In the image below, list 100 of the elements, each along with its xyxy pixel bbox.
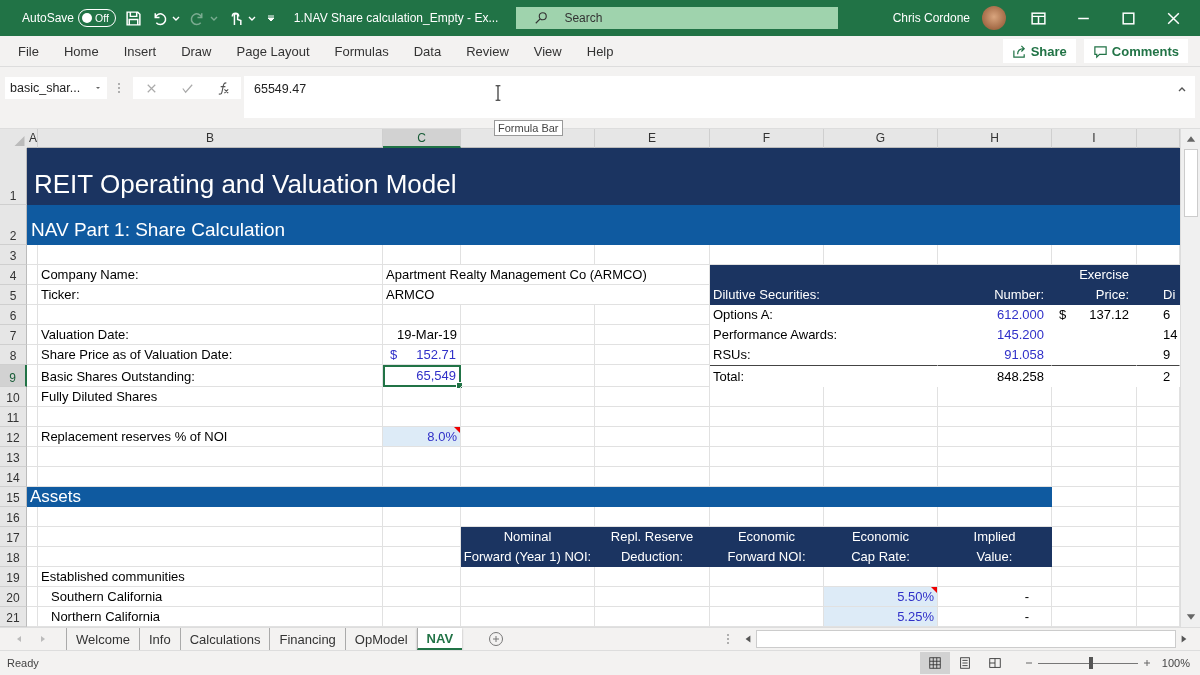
share-button[interactable]: Share xyxy=(1002,39,1076,63)
text-cursor-icon xyxy=(494,84,502,102)
column-heading: Dilutive Securities: xyxy=(710,285,938,305)
caret-icon[interactable] xyxy=(247,14,256,22)
ribbon-tab[interactable]: Home xyxy=(53,43,109,59)
spreadsheet-cell[interactable]: 5.25% xyxy=(824,607,938,627)
row-header[interactable]: 9 xyxy=(0,365,27,387)
select-all-icon[interactable] xyxy=(0,129,27,148)
row-header[interactable]: 17 xyxy=(0,527,27,547)
status-text: Ready xyxy=(7,657,39,669)
row-label: Established communities xyxy=(38,567,383,587)
row-header[interactable]: 13 xyxy=(0,447,27,467)
zoom-in-icon[interactable] xyxy=(1141,658,1152,668)
cell-value: 152.71 xyxy=(416,346,456,364)
spreadsheet-cell[interactable]: 19-Mar-19 xyxy=(383,325,461,345)
currency-symbol: $ xyxy=(1059,306,1067,324)
row-header[interactable]: 18 xyxy=(0,547,27,567)
ribbon-display-icon[interactable] xyxy=(1030,9,1047,27)
section-heading: NAV Part 1: Share Calculation xyxy=(27,205,1180,245)
row-header[interactable]: 11 xyxy=(0,407,27,427)
row-header[interactable]: 5 xyxy=(0,285,27,305)
column-heading: Repl. Reserve xyxy=(595,527,710,547)
caret-icon[interactable] xyxy=(171,14,180,22)
formula-value: 65549.47 xyxy=(254,82,307,96)
name-box-text: basic_shar... xyxy=(10,81,81,95)
spreadsheet-cell[interactable]: 5.50% xyxy=(824,587,938,607)
row-label: Company Name: xyxy=(38,265,383,285)
fill-handle[interactable] xyxy=(456,382,463,389)
column-header[interactable]: G xyxy=(824,129,938,148)
row-header[interactable]: 1 xyxy=(0,148,27,205)
row-header[interactable]: 7 xyxy=(0,325,27,345)
row-header[interactable]: 12 xyxy=(0,427,27,447)
user-name[interactable]: Chris Cordone xyxy=(892,11,970,25)
cell-value: 145.200 xyxy=(996,326,1045,344)
ribbon-tab[interactable]: Review xyxy=(456,43,519,59)
spreadsheet-cell[interactable]: ARMCO xyxy=(383,285,710,305)
row-header[interactable]: 20 xyxy=(0,587,27,607)
row-header[interactable]: 2 xyxy=(0,205,27,245)
zoom-level[interactable]: 100% xyxy=(1161,657,1190,669)
row-header[interactable]: 16 xyxy=(0,507,27,527)
comments-button[interactable]: Comments xyxy=(1083,39,1188,63)
spreadsheet-cell[interactable]: $ 137.12 xyxy=(1052,305,1137,325)
formula-input[interactable]: 65549.47 xyxy=(244,76,1195,118)
row-header[interactable]: 3 xyxy=(0,245,27,265)
row-header[interactable]: 19 xyxy=(0,567,27,587)
ribbon-tab[interactable]: Data xyxy=(403,43,452,59)
share-icon xyxy=(1011,43,1027,59)
row-header[interactable]: 14 xyxy=(0,467,27,487)
sheet-title: REIT Operating and Valuation Model xyxy=(27,148,1180,208)
spreadsheet-cell[interactable]: 65,549 xyxy=(383,365,461,387)
row-label: Replacement reserves % of NOI xyxy=(38,427,383,447)
scrollbar-thumb[interactable] xyxy=(1183,149,1198,217)
row-header[interactable]: 6 xyxy=(0,305,27,325)
normal-view-icon xyxy=(927,656,942,670)
cell-value: 612.000 xyxy=(996,306,1045,324)
row-label: RSUs: xyxy=(712,346,752,364)
vertical-scrollbar[interactable] xyxy=(1180,129,1200,627)
ribbon-tab[interactable]: Help xyxy=(576,43,624,59)
drag-handle-icon[interactable] xyxy=(726,631,730,647)
normal-view-button[interactable] xyxy=(919,652,950,674)
ribbon-tab[interactable]: Insert xyxy=(113,43,167,59)
comment-icon xyxy=(1092,43,1108,59)
ribbon-tab[interactable]: File xyxy=(8,43,49,59)
ribbon-tab[interactable]: Formulas xyxy=(324,43,399,59)
column-header[interactable]: E xyxy=(595,129,710,148)
name-box[interactable]: basic_shar... xyxy=(5,77,107,99)
column-heading: Nominal xyxy=(461,527,595,547)
column-header[interactable]: C xyxy=(383,129,461,148)
row-header[interactable]: 15 xyxy=(0,487,27,507)
column-header[interactable]: F xyxy=(710,129,824,148)
column-heading: Economic xyxy=(824,527,938,547)
row-header[interactable]: 8 xyxy=(0,345,27,365)
search-field[interactable]: Search xyxy=(516,7,839,29)
sheet-tab[interactable]: NAV xyxy=(416,628,463,650)
ribbon-tab[interactable]: View xyxy=(523,43,572,59)
cell-value: ARMCO xyxy=(386,286,435,304)
row-header[interactable]: 10 xyxy=(0,387,27,407)
save-icon[interactable] xyxy=(124,9,142,27)
ribbon-tab[interactable]: Draw xyxy=(171,43,222,59)
cell-value: 848.258 xyxy=(938,365,1052,387)
column-heading: Exercise xyxy=(1052,265,1137,285)
row-header[interactable]: 4 xyxy=(0,265,27,285)
maximize-icon[interactable] xyxy=(1120,9,1137,27)
tooltip: Formula Bar xyxy=(494,120,563,136)
column-header[interactable]: B xyxy=(38,129,383,148)
ribbon-tab[interactable]: Page Layout xyxy=(226,43,320,59)
customize-icon[interactable] xyxy=(265,13,276,23)
column-header[interactable]: I xyxy=(1052,129,1137,148)
drag-handle-icon[interactable] xyxy=(117,80,121,96)
spreadsheet-cell[interactable]: 8.0% xyxy=(383,427,461,447)
avatar[interactable] xyxy=(982,6,1006,30)
cell-value: 91.058 xyxy=(1003,346,1045,364)
spreadsheet-cell[interactable]: Apartment Realty Management Co (ARMCO) xyxy=(383,265,710,285)
column-header[interactable]: H xyxy=(938,129,1052,148)
add-sheet-icon[interactable] xyxy=(488,631,505,647)
column-heading: Value: xyxy=(938,547,1052,567)
spreadsheet-cell[interactable]: $ 152.71 xyxy=(383,345,461,365)
slider-thumb[interactable] xyxy=(1088,657,1093,669)
row-header[interactable]: 21 xyxy=(0,607,27,627)
currency-symbol: $ xyxy=(390,346,398,364)
